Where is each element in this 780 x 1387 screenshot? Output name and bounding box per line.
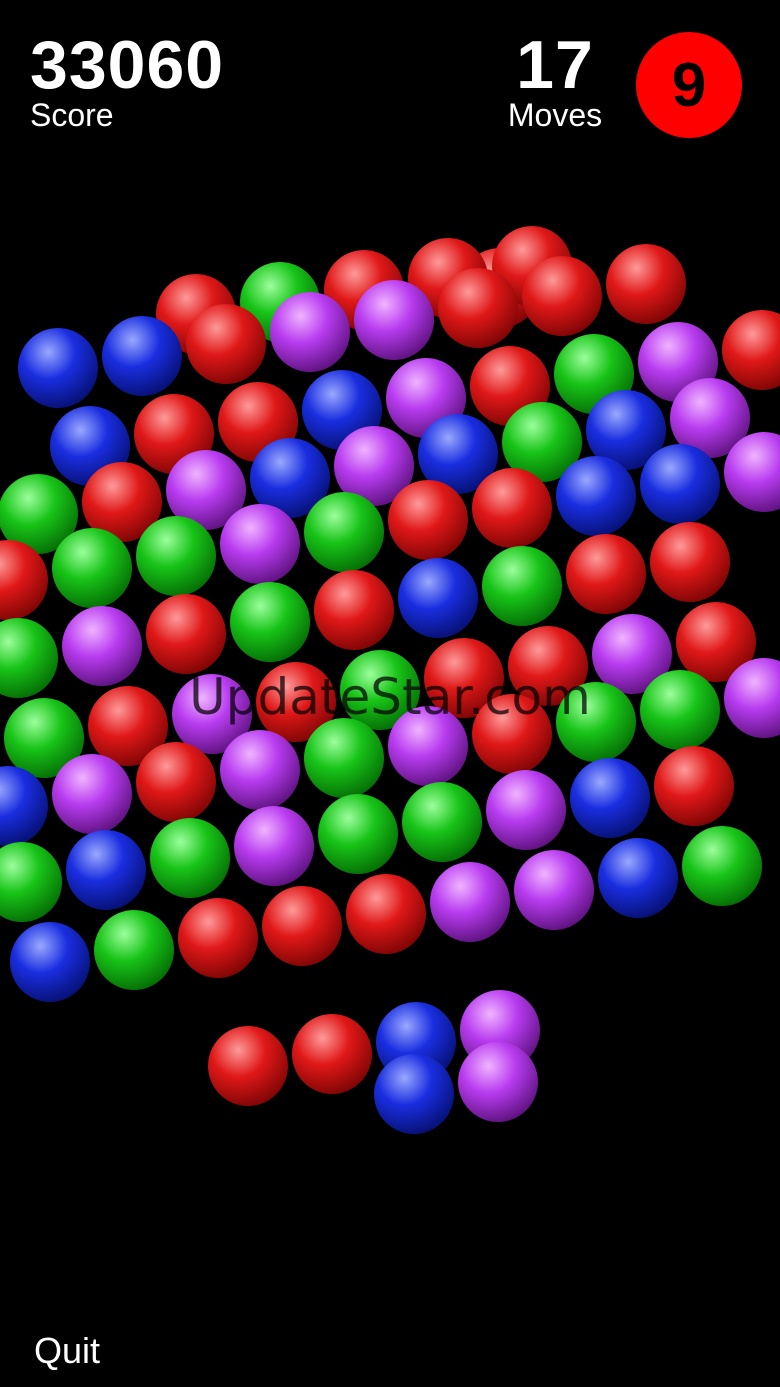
ball-red[interactable] xyxy=(346,874,426,954)
ball-red[interactable] xyxy=(314,570,394,650)
quit-button[interactable]: Quit xyxy=(34,1330,100,1372)
ball-red[interactable] xyxy=(722,310,780,390)
moves-value: 17 xyxy=(516,27,594,103)
ball-red[interactable] xyxy=(146,594,226,674)
ball-red[interactable] xyxy=(650,522,730,602)
ball-green[interactable] xyxy=(556,682,636,762)
ball-green[interactable] xyxy=(0,842,62,922)
ball-red[interactable] xyxy=(472,468,552,548)
ball-green[interactable] xyxy=(318,794,398,874)
ball-green[interactable] xyxy=(402,782,482,862)
level-badge: 9 xyxy=(636,32,742,138)
ball-green[interactable] xyxy=(640,670,720,750)
ball-red[interactable] xyxy=(208,1026,288,1106)
ball-red[interactable] xyxy=(186,304,266,384)
ball-purple[interactable] xyxy=(270,292,350,372)
game-board[interactable] xyxy=(0,0,780,1387)
ball-purple[interactable] xyxy=(234,806,314,886)
ball-blue[interactable] xyxy=(18,328,98,408)
ball-green[interactable] xyxy=(230,582,310,662)
moves-panel: 17 Moves xyxy=(500,27,610,133)
ball-green[interactable] xyxy=(0,618,58,698)
ball-blue[interactable] xyxy=(598,838,678,918)
ball-red[interactable] xyxy=(566,534,646,614)
ball-green[interactable] xyxy=(150,818,230,898)
ball-red[interactable] xyxy=(178,898,258,978)
ball-red[interactable] xyxy=(606,244,686,324)
ball-red[interactable] xyxy=(522,256,602,336)
ball-green[interactable] xyxy=(482,546,562,626)
ball-green[interactable] xyxy=(304,718,384,798)
ball-blue[interactable] xyxy=(570,758,650,838)
ball-purple[interactable] xyxy=(220,730,300,810)
ball-red[interactable] xyxy=(472,694,552,774)
ball-green[interactable] xyxy=(52,528,132,608)
score-label: Score xyxy=(30,97,114,133)
ball-blue[interactable] xyxy=(556,456,636,536)
ball-purple[interactable] xyxy=(52,754,132,834)
score-value: 33060 xyxy=(30,27,225,103)
ball-green[interactable] xyxy=(304,492,384,572)
ball-blue[interactable] xyxy=(66,830,146,910)
ball-green[interactable] xyxy=(94,910,174,990)
ball-purple[interactable] xyxy=(62,606,142,686)
ball-blue[interactable] xyxy=(374,1054,454,1134)
ball-red[interactable] xyxy=(136,742,216,822)
ball-purple[interactable] xyxy=(354,280,434,360)
ball-blue[interactable] xyxy=(640,444,720,524)
ball-purple[interactable] xyxy=(388,706,468,786)
ball-red[interactable] xyxy=(388,480,468,560)
ball-red[interactable] xyxy=(654,746,734,826)
ball-purple[interactable] xyxy=(430,862,510,942)
ball-blue[interactable] xyxy=(10,922,90,1002)
ball-red[interactable] xyxy=(292,1014,372,1094)
ball-red[interactable] xyxy=(262,886,342,966)
ball-purple[interactable] xyxy=(514,850,594,930)
ball-purple[interactable] xyxy=(486,770,566,850)
ball-green[interactable] xyxy=(682,826,762,906)
moves-label: Moves xyxy=(507,97,603,133)
ball-purple[interactable] xyxy=(458,1042,538,1122)
ball-green[interactable] xyxy=(136,516,216,596)
ball-blue[interactable] xyxy=(102,316,182,396)
ball-blue[interactable] xyxy=(398,558,478,638)
ball-red[interactable] xyxy=(438,268,518,348)
ball-purple[interactable] xyxy=(220,504,300,584)
score-panel: 33060 Score xyxy=(30,27,225,133)
ball-blue[interactable] xyxy=(0,766,48,846)
